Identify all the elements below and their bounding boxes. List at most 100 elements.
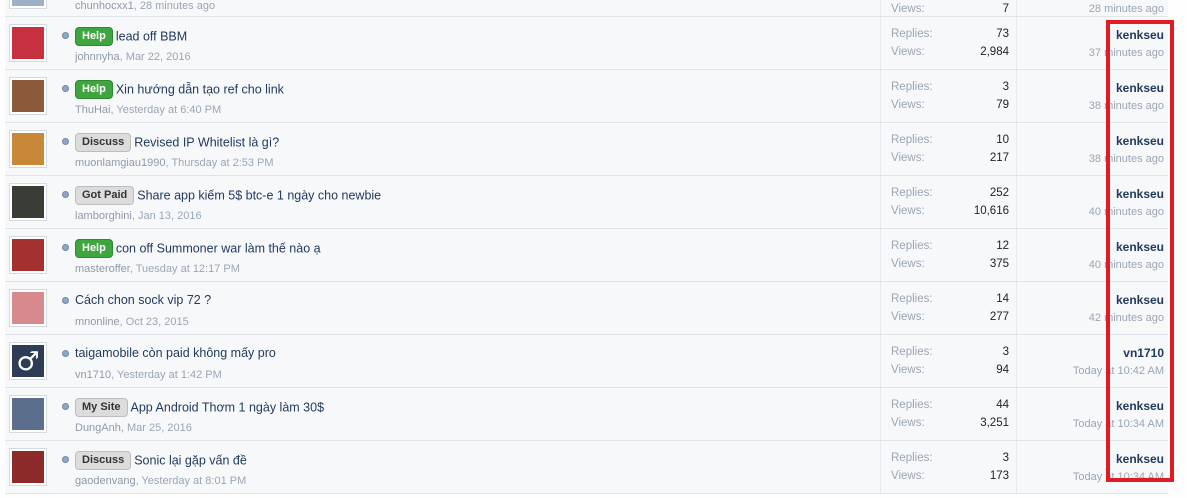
thread-prefix[interactable]: Got Paid	[75, 186, 135, 205]
thread-title[interactable]: lead off BBM	[116, 30, 187, 44]
thread-row[interactable]: Discuss Sonic lại gặp vấn đề gaodenvang, …	[5, 441, 1168, 494]
thread-author[interactable]: mnonline	[75, 316, 120, 328]
unread-dot-icon[interactable]	[62, 32, 69, 39]
thread-prefix[interactable]: Discuss	[75, 133, 132, 152]
thread-title[interactable]: con off Summoner war làm thế nào ạ	[116, 242, 321, 256]
thread-date[interactable]: Yesterday at 1:42 PM	[117, 369, 222, 381]
thread-row[interactable]: Got Paid Share app kiếm 5$ btc-e 1 ngày c…	[5, 176, 1168, 229]
avatar[interactable]	[9, 77, 47, 115]
thread-date[interactable]: Yesterday at 6:40 PM	[116, 104, 221, 116]
thread-author[interactable]: ThuHai	[75, 104, 110, 116]
thread-meta: muonlamgiau1990, Thursday at 2:53 PM	[75, 157, 274, 169]
avatar[interactable]	[9, 0, 47, 9]
last-post-time[interactable]: 40 minutes ago	[1089, 259, 1164, 271]
last-post-time[interactable]: 40 minutes ago	[1089, 206, 1164, 218]
unread-dot-icon[interactable]	[62, 85, 69, 92]
avatar[interactable]	[9, 289, 47, 327]
thread-row[interactable]: Help con off Summoner war làm thế nào ạ m…	[5, 229, 1168, 282]
thread-date[interactable]: Thursday at 2:53 PM	[171, 157, 273, 169]
last-post-user[interactable]: kenkseu	[1116, 293, 1164, 307]
unread-dot-icon[interactable]	[62, 138, 69, 145]
last-post-time[interactable]: 28 minutes ago	[1089, 3, 1164, 15]
thread-title[interactable]: Cách chon sock vip 72 ?	[75, 293, 211, 307]
thread-prefix[interactable]: Help	[75, 27, 113, 46]
views-stat: Views: 7	[891, 3, 1009, 15]
thread-title[interactable]: Revised IP Whitelist là gì?	[134, 136, 279, 150]
thread-author[interactable]: chunhocxx1	[75, 0, 134, 12]
thread-prefix[interactable]: Help	[75, 239, 113, 258]
unread-dot-icon[interactable]	[62, 191, 69, 198]
thread-author[interactable]: vn1710	[75, 369, 111, 381]
thread-title-line: Help con off Summoner war làm thế nào ạ	[75, 239, 321, 258]
views-stat: Views: 94	[891, 364, 1009, 376]
thread-row[interactable]: Cách chon sock vip 72 ? mnonline, Oct 23…	[5, 282, 1168, 335]
thread-title[interactable]: taigamobile còn paid không mấy pro	[75, 346, 276, 360]
thread-title-line: Help lead off BBM	[75, 27, 187, 46]
thread-date[interactable]: Yesterday at 8:01 PM	[141, 475, 246, 487]
thread-prefix[interactable]: My Site	[75, 398, 128, 417]
unread-dot-icon[interactable]	[62, 350, 69, 357]
thread-date[interactable]: Tuesday at 12:17 PM	[136, 263, 240, 275]
avatar[interactable]	[9, 24, 47, 62]
thread-date[interactable]: Mar 25, 2016	[127, 422, 192, 434]
thread-author[interactable]: lamborghini	[75, 210, 132, 222]
avatar[interactable]	[9, 183, 47, 221]
thread-row-partial[interactable]: chunhocxx1, 28 minutes ago Views: 7 28 m…	[5, 0, 1168, 17]
thread-author[interactable]: johnnyha	[75, 51, 120, 63]
last-post-user[interactable]: kenkseu	[1116, 28, 1164, 42]
last-post: kenkseu 40 minutes ago	[1014, 176, 1164, 228]
last-post: kenkseu 38 minutes ago	[1014, 123, 1164, 175]
thread-title[interactable]: Sonic lại gặp vấn đề	[134, 454, 247, 468]
thread-date[interactable]: Mar 22, 2016	[126, 51, 191, 63]
thread-author[interactable]: muonlamgiau1990	[75, 157, 166, 169]
thread-author[interactable]: gaodenvang	[75, 475, 136, 487]
thread-author[interactable]: masteroffer	[75, 263, 130, 275]
views-stat: Views: 3,251	[891, 417, 1009, 429]
last-post-user[interactable]: vn1710	[1123, 346, 1164, 360]
avatar[interactable]	[9, 395, 47, 433]
thread-row[interactable]: My Site App Android Thơm 1 ngày làm 30$ D…	[5, 388, 1168, 441]
thread-stats: Replies: 3 Views: 79	[880, 70, 1017, 122]
last-post-time[interactable]: Today at 10:34 AM	[1073, 418, 1164, 430]
last-post-user[interactable]: kenkseu	[1116, 452, 1164, 466]
avatar[interactable]	[9, 448, 47, 486]
thread-title[interactable]: App Android Thơm 1 ngày làm 30$	[131, 401, 325, 415]
thread-date[interactable]: Oct 23, 2015	[126, 316, 189, 328]
thread-row[interactable]: ♂ taigamobile còn paid không mấy pro vn1…	[5, 335, 1168, 388]
thread-date[interactable]: Jan 13, 2016	[138, 210, 202, 222]
avatar[interactable]	[9, 130, 47, 168]
last-post-time[interactable]: 37 minutes ago	[1089, 47, 1164, 59]
thread-row[interactable]: Help Xin hướng dẫn tạo ref cho link ThuHa…	[5, 70, 1168, 123]
replies-value: 12	[996, 240, 1009, 252]
last-post-time[interactable]: Today at 10:34 AM	[1073, 471, 1164, 483]
thread-title[interactable]: Share app kiếm 5$ btc-e 1 ngày cho newbi…	[137, 189, 381, 203]
views-label: Views:	[891, 46, 925, 58]
views-label: Views:	[891, 152, 925, 164]
last-post-user[interactable]: kenkseu	[1116, 134, 1164, 148]
replies-stat: Replies: 12	[891, 240, 1009, 252]
last-post-time[interactable]: Today at 10:42 AM	[1073, 365, 1164, 377]
unread-dot-icon[interactable]	[62, 297, 69, 304]
last-post-user[interactable]: kenkseu	[1116, 240, 1164, 254]
avatar[interactable]: ♂	[9, 342, 47, 380]
thread-prefix[interactable]: Discuss	[75, 451, 132, 470]
last-post-user[interactable]: kenkseu	[1116, 81, 1164, 95]
last-post-user[interactable]: kenkseu	[1116, 399, 1164, 413]
thread-prefix[interactable]: Help	[75, 80, 113, 99]
thread-date: 28 minutes ago	[139, 0, 216, 12]
last-post-user[interactable]: kenkseu	[1116, 187, 1164, 201]
unread-dot-icon[interactable]	[62, 403, 69, 410]
thread-author[interactable]: DungAnh	[75, 422, 121, 434]
last-post-time[interactable]: 42 minutes ago	[1089, 312, 1164, 324]
thread-meta: masteroffer, Tuesday at 12:17 PM	[75, 263, 240, 275]
avatar[interactable]	[9, 236, 47, 274]
thread-row[interactable]: Discuss Revised IP Whitelist là gì? muonl…	[5, 123, 1168, 176]
unread-dot-icon[interactable]	[62, 456, 69, 463]
thread-row[interactable]: Help lead off BBM johnnyha, Mar 22, 2016 …	[5, 17, 1168, 70]
thread-title[interactable]: Xin hướng dẫn tạo ref cho link	[116, 83, 284, 97]
last-post-time[interactable]: 38 minutes ago	[1089, 153, 1164, 165]
replies-stat: Replies: 44	[891, 399, 1009, 411]
last-post-time[interactable]: 38 minutes ago	[1089, 100, 1164, 112]
replies-label: Replies:	[891, 399, 933, 411]
unread-dot-icon[interactable]	[62, 244, 69, 251]
